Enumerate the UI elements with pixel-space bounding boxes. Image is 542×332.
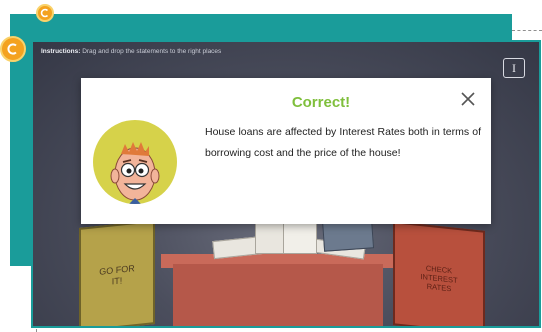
activity-stage: Instructions: Drag and drop the statemen… [31,40,541,328]
instructions-text: Drag and drop the statements to the righ… [82,48,222,55]
go-for-it-label: GO FOR IT! [99,263,135,287]
instructions-bar: Instructions: Drag and drop the statemen… [41,48,221,55]
feedback-popup: Correct! House loans are affected by Int… [81,78,491,224]
close-icon [461,92,475,106]
coin-icon [36,4,54,22]
check-interest-rates-book[interactable]: CHECK INTEREST RATES [393,221,485,326]
desk [173,264,383,326]
popup-title: Correct! [291,94,351,111]
dashed-guide-top [512,30,542,31]
check-interest-rates-label: CHECK INTEREST RATES [420,263,458,293]
cartoon-man-avatar [93,120,177,204]
coin-icon [0,36,26,62]
info-button[interactable]: I [503,58,525,78]
popup-message: House loans are affected by Interest Rat… [205,126,481,159]
instructions-label: Instructions: [41,48,81,55]
close-button[interactable] [459,90,477,108]
go-for-it-book[interactable]: GO FOR IT! [79,220,155,326]
info-icon: I [512,60,516,75]
